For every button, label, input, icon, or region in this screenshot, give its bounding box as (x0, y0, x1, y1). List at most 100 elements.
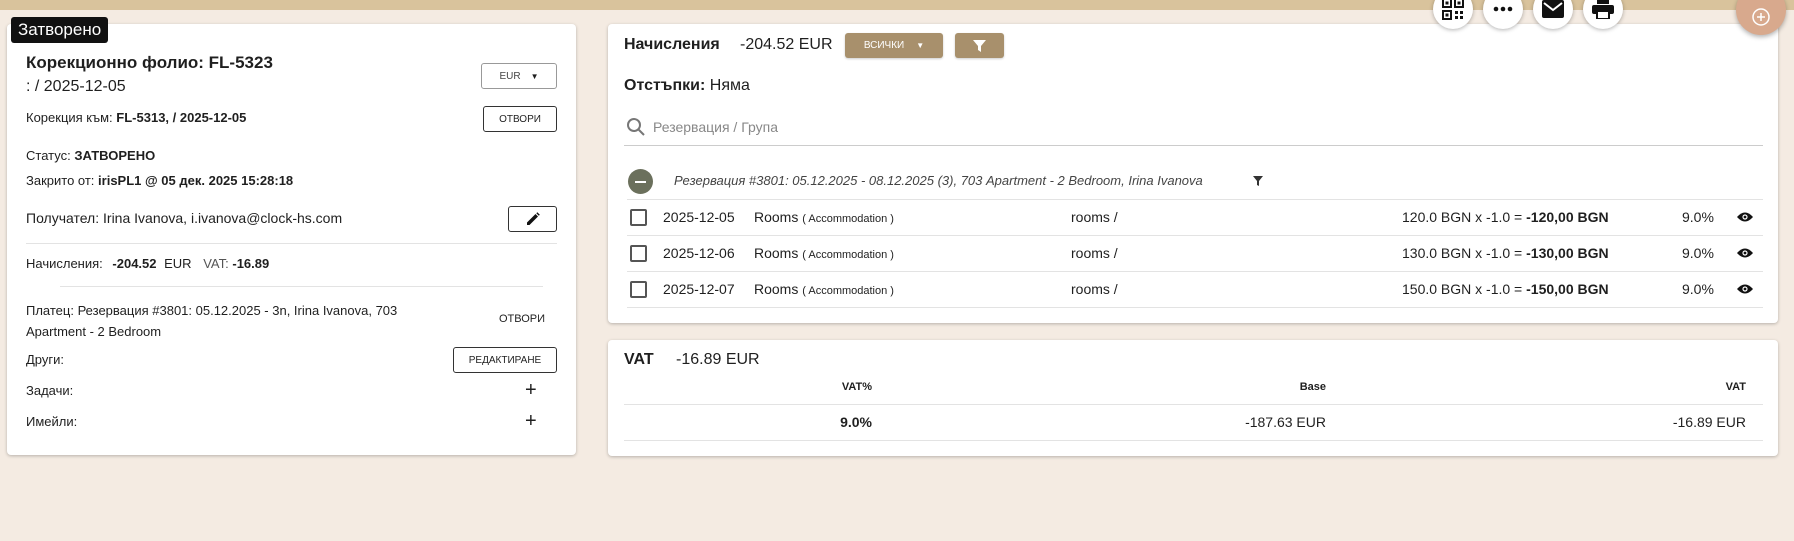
eye-icon[interactable] (1737, 283, 1753, 295)
recipient-label: Получател: (26, 210, 100, 226)
eye-icon[interactable] (1737, 211, 1753, 223)
filter-button[interactable] (955, 33, 1004, 58)
vat-col-base: Base (1299, 381, 1326, 393)
row-divider (627, 235, 1763, 236)
row-date: 2025-12-07 (663, 281, 735, 297)
charges-label: Начисления: (26, 256, 103, 271)
search-field[interactable]: Резервация / Група (624, 114, 1763, 146)
status-label: Статус: (26, 148, 71, 163)
charges-currency: EUR (164, 256, 192, 271)
row-divider (627, 307, 1763, 308)
row-amount: 150.0 BGN x -1.0 = -150,00 BGN (1402, 281, 1609, 297)
row-checkbox[interactable] (630, 281, 647, 298)
folio-subtitle: : / 2025-12-05 (26, 78, 126, 95)
filter-all-label: ВСИЧКИ (863, 40, 905, 51)
row-vat: 9.0% (1682, 209, 1714, 225)
vat-label: VAT: (203, 256, 229, 271)
group-label: Резервация #3801: 05.12.2025 - 08.12.202… (674, 173, 1203, 188)
row-amount: 120.0 BGN x -1.0 = -120,00 BGN (1402, 209, 1609, 225)
pencil-icon (526, 212, 540, 225)
row-divider (627, 199, 1763, 200)
vat-title: VAT (624, 351, 654, 368)
filter-icon (973, 39, 986, 52)
printer-icon (1592, 0, 1614, 19)
tasks-label: Задачи: (26, 383, 74, 398)
others-edit-button[interactable]: РЕДАКТИРАНЕ (453, 347, 557, 373)
row-amount: 130.0 BGN x -1.0 = -130,00 BGN (1402, 245, 1609, 261)
row-department: rooms / (1071, 281, 1118, 297)
vat-total: -16.89 EUR (676, 351, 760, 368)
discounts-line: Отстъпки: Няма (624, 77, 750, 95)
add-task-icon[interactable]: + (525, 380, 537, 400)
qr-code-icon (1442, 0, 1464, 20)
recipient-value: Irina Ivanova, i.ivanova@clock-hs.com (103, 210, 343, 226)
row-item: Rooms ( Accommodation ) (754, 281, 894, 297)
emails-label: Имейли: (26, 414, 78, 429)
edit-recipient-button[interactable] (508, 206, 557, 232)
status-value: ЗАТВОРЕНО (74, 148, 156, 163)
row-divider (627, 271, 1763, 272)
vat-card (608, 340, 1778, 456)
payer-line-2: Apartment - 2 Bedroom (26, 324, 162, 339)
collapse-group-button[interactable] (628, 169, 653, 194)
correction-label: Корекция към: (26, 110, 113, 125)
plus-circle-icon (1752, 8, 1770, 26)
mail-icon (1542, 0, 1564, 18)
row-department: rooms / (1071, 209, 1118, 225)
row-amount-value: -120,00 BGN (1526, 209, 1609, 225)
row-item-name: Rooms (754, 245, 799, 261)
row-item: Rooms ( Accommodation ) (754, 209, 894, 225)
group-filter-icon[interactable] (1253, 176, 1263, 186)
row-item-name: Rooms (754, 209, 799, 225)
row-item-category: ( Accommodation ) (802, 285, 894, 297)
vat-col-rate: VAT% (841, 381, 872, 393)
row-checkbox[interactable] (630, 209, 647, 226)
filter-all-dropdown[interactable]: ВСИЧКИ ▼ (845, 33, 943, 58)
search-icon (627, 118, 645, 136)
row-item: Rooms ( Accommodation ) (754, 245, 894, 261)
correction-value: FL-5313, / 2025-12-05 (116, 110, 247, 125)
status-chip: Затворено (11, 17, 109, 43)
discounts-label: Отстъпки: (624, 77, 706, 94)
payer-line-1: Платец: Резервация #3801: 05.12.2025 - 3… (26, 303, 398, 318)
row-item-name: Rooms (754, 281, 799, 297)
search-placeholder: Резервация / Група (653, 119, 778, 135)
payer-open-button[interactable]: ОТВОРИ (499, 313, 545, 325)
row-date: 2025-12-05 (663, 209, 735, 225)
vat-row-rate: 9.0% (840, 414, 872, 430)
vat-row-vat: -16.89 EUR (1672, 414, 1746, 430)
closed-by-line: Закрито от: irisPL1 @ 05 дек. 2025 15:28… (26, 173, 293, 188)
folio-title: Корекционно фолио: FL-5323 (26, 53, 273, 72)
row-calc: 150.0 BGN x -1.0 = (1402, 281, 1527, 297)
eye-icon[interactable] (1737, 247, 1753, 259)
top-bar (0, 0, 1794, 10)
vat-value: -16.89 (232, 256, 270, 271)
others-label: Други: (26, 352, 65, 367)
more-dots-icon (1493, 6, 1513, 12)
minus-icon (635, 180, 646, 183)
closed-by-label: Закрито от: (26, 173, 95, 188)
currency-value: EUR (499, 70, 521, 82)
currency-select[interactable]: EUR ▼ (481, 63, 557, 89)
vat-row-base: -187.63 EUR (1245, 414, 1326, 430)
row-date: 2025-12-06 (663, 245, 735, 261)
charges-title: Начисления (624, 36, 720, 53)
vat-divider (624, 440, 1763, 441)
row-vat: 9.0% (1682, 245, 1714, 261)
correction-line: Корекция към: FL-5313, / 2025-12-05 (26, 110, 246, 125)
discounts-value: Няма (709, 77, 750, 94)
vat-divider (624, 404, 1763, 405)
status-line: Статус: ЗАТВОРЕНО (26, 148, 155, 163)
recipient-line: Получател: Irina Ivanova, i.ivanova@cloc… (26, 210, 342, 226)
add-email-icon[interactable]: + (525, 411, 537, 431)
vat-col-vat: VAT (1725, 381, 1746, 393)
chevron-down-icon: ▼ (530, 71, 539, 81)
row-item-category: ( Accommodation ) (802, 213, 894, 225)
charges-value: -204.52 (112, 256, 157, 271)
correction-open-button[interactable]: ОТВОРИ (483, 106, 557, 132)
row-calc: 130.0 BGN x -1.0 = (1402, 245, 1527, 261)
row-calc: 120.0 BGN x -1.0 = (1402, 209, 1527, 225)
row-amount-value: -150,00 BGN (1526, 281, 1609, 297)
row-checkbox[interactable] (630, 245, 647, 262)
row-vat: 9.0% (1682, 281, 1714, 297)
